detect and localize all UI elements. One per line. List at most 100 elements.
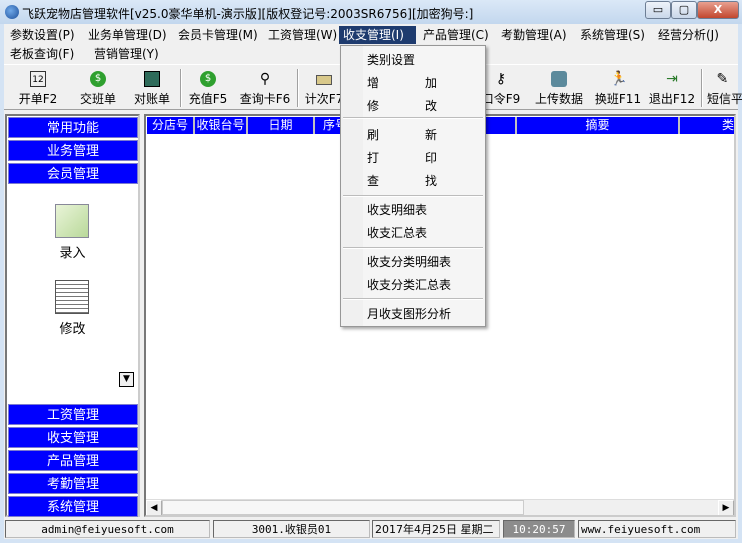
menu-item-category-summary-report[interactable]: 收支分类汇总表 (367, 276, 451, 293)
toolbar-separator (701, 69, 703, 107)
menu-salary[interactable]: 工资管理(W) (264, 26, 341, 44)
group-attendance[interactable]: 考勤管理 (8, 473, 138, 494)
column-header-date[interactable]: 日期 (248, 117, 315, 134)
menu-separator (343, 117, 483, 119)
label: 上传数据 (534, 92, 583, 106)
entry-label[interactable]: 录入 (7, 242, 138, 261)
calculator-icon: 12 (30, 71, 46, 87)
menu-separator (343, 195, 483, 197)
close-button[interactable]: X (697, 1, 739, 19)
label: 改 (425, 99, 438, 113)
menu-marketing[interactable]: 营销管理(Y) (90, 45, 163, 63)
title-bar: 飞跃宠物店管理软件[v25.0豪华单机-演示版][版权登记号:2003SR675… (0, 0, 742, 24)
upload-data-button[interactable]: 上传数据 (532, 71, 586, 107)
menu-item-edit[interactable]: 修改 (367, 97, 437, 114)
group-business[interactable]: 业务管理 (8, 140, 138, 161)
toolbar-separator (297, 69, 299, 107)
money-bag-icon: $ (90, 71, 106, 87)
menu-products[interactable]: 产品管理(C) (419, 26, 493, 44)
upload-icon (551, 71, 567, 87)
label: 计次F7 (304, 92, 344, 106)
menu-gutter (341, 46, 363, 326)
scroll-left-button[interactable]: ◀ (146, 500, 162, 515)
menu-item-find[interactable]: 查找 (367, 172, 437, 189)
group-common-functions[interactable]: 常用功能 (8, 117, 138, 138)
menu-analysis[interactable]: 经营分析(J) (654, 26, 723, 44)
maximize-button[interactable]: ▢ (671, 1, 697, 19)
money-bag-icon: $ (200, 71, 216, 87)
menu-item-monthly-chart-analysis[interactable]: 月收支图形分析 (367, 305, 451, 322)
minimize-button[interactable]: ▭ (645, 1, 671, 19)
scroll-down-button[interactable]: ▼ (119, 372, 134, 387)
open-order-button[interactable]: 12 开单F2 (16, 71, 60, 107)
column-header-category[interactable]: 类 (680, 117, 734, 134)
label: 印 (425, 151, 438, 165)
menu-boss-query[interactable]: 老板查询(F) (6, 45, 78, 63)
toolbar-separator (180, 69, 182, 107)
label: 充值F5 (188, 92, 228, 106)
menu-system[interactable]: 系统管理(S) (576, 26, 649, 44)
group-salary[interactable]: 工资管理 (8, 404, 138, 425)
label: 交班单 (79, 92, 116, 106)
status-user: admin@feiyuesoft.com (5, 520, 210, 538)
recharge-button[interactable]: $ 充值F5 (186, 71, 230, 107)
label: 新 (425, 128, 438, 142)
label: 修 (367, 99, 380, 113)
column-header-register[interactable]: 收银台号 (195, 117, 248, 134)
group-system[interactable]: 系统管理 (8, 496, 138, 517)
label: 打 (367, 151, 380, 165)
scroll-right-button[interactable]: ▶ (718, 500, 734, 515)
group-member[interactable]: 会员管理 (8, 163, 138, 184)
password-button[interactable]: ⚷ 口令F9 (480, 71, 522, 107)
label: 口令F9 (481, 92, 521, 106)
menu-income-expense[interactable]: 收支管理(I) (339, 26, 416, 44)
label: 开单F2 (18, 92, 58, 106)
menu-item-summary-report[interactable]: 收支汇总表 (367, 224, 427, 241)
horizontal-scrollbar[interactable]: ◀ ▶ (146, 499, 734, 515)
scrollbar-thumb[interactable] (162, 500, 524, 515)
window-title: 飞跃宠物店管理软件[v25.0豪华单机-演示版][版权登记号:2003SR675… (22, 7, 474, 21)
document-edit-icon[interactable] (55, 280, 89, 314)
label: 退出F12 (648, 92, 696, 106)
counter-icon (316, 75, 332, 85)
column-header-branch[interactable]: 分店号 (147, 117, 195, 134)
count-button[interactable]: 计次F7 (304, 71, 344, 107)
notepad-pen-icon[interactable] (55, 204, 89, 238)
menu-item-category-detail-report[interactable]: 收支分类明细表 (367, 253, 451, 270)
query-card-button[interactable]: ⚲ 查询卡F6 (237, 71, 293, 107)
status-date: 2017年4月25日 星期二 (372, 520, 500, 538)
change-shift-button[interactable]: 🏃 换班F11 (594, 71, 642, 107)
menu-item-refresh[interactable]: 刷新 (367, 126, 437, 143)
left-nav-panel: 常用功能 业务管理 会员管理 录入 修改 ▼ 工资管理 收支管理 产品管理 考勤… (5, 114, 140, 517)
sms-platform-button[interactable]: ✎ 短信平 (707, 71, 742, 107)
menu-params[interactable]: 参数设置(P) (6, 26, 79, 44)
status-cashier: 3001.收银员01 (213, 520, 370, 538)
menu-separator (343, 247, 483, 249)
ledger-icon (144, 71, 160, 87)
shift-report-button[interactable]: $ 交班单 (76, 71, 120, 107)
group-products[interactable]: 产品管理 (8, 450, 138, 471)
menu-item-category-settings[interactable]: 类别设置 (367, 51, 415, 68)
label: 查 (367, 174, 380, 188)
label: 对账单 (133, 92, 170, 106)
label: 找 (425, 174, 438, 188)
income-expense-dropdown-menu: 类别设置 增加 修改 刷新 打印 查找 收支明细表 收支汇总表 收支分类明细表 … (340, 45, 486, 327)
menu-item-print[interactable]: 打印 (367, 149, 437, 166)
label: 刷 (367, 128, 380, 142)
label: 加 (425, 76, 438, 90)
runner-icon: 🏃 (610, 71, 628, 87)
edit-label[interactable]: 修改 (7, 318, 138, 337)
menu-attendance[interactable]: 考勤管理(A) (497, 26, 571, 44)
menu-item-add[interactable]: 增加 (367, 74, 437, 91)
statement-button[interactable]: 对账单 (130, 71, 174, 107)
status-time: 10:20:57 (503, 520, 575, 538)
status-bar: admin@feiyuesoft.com 3001.收银员01 2017年4月2… (4, 519, 738, 539)
group-income-expense[interactable]: 收支管理 (8, 427, 138, 448)
menu-business[interactable]: 业务单管理(D) (84, 26, 171, 44)
binoculars-icon: ⚲ (259, 71, 271, 87)
menu-item-detail-report[interactable]: 收支明细表 (367, 201, 427, 218)
menu-member-card[interactable]: 会员卡管理(M) (174, 26, 262, 44)
label: 换班F11 (594, 92, 642, 106)
exit-button[interactable]: ⇥ 退出F12 (648, 71, 696, 107)
column-header-summary[interactable]: 摘要 (517, 117, 680, 134)
